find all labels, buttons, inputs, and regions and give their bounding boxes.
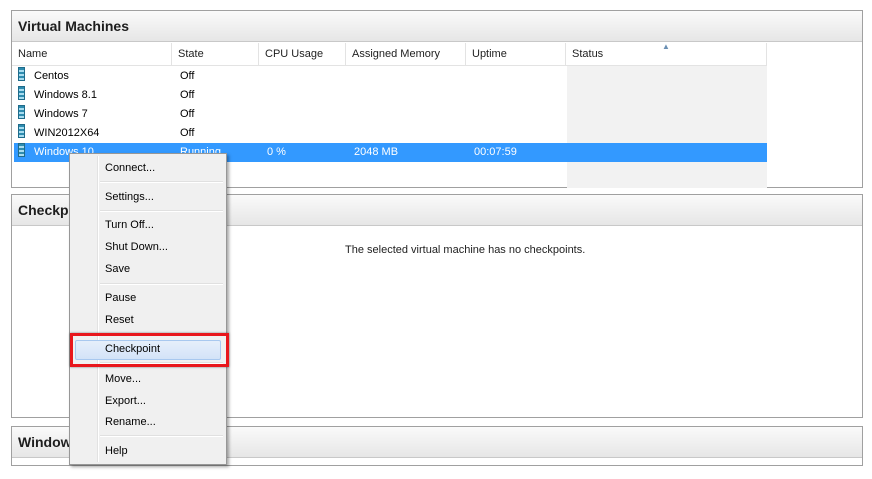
- virtual-machine-icon: [18, 124, 25, 138]
- column-header-name[interactable]: Name: [12, 43, 172, 65]
- virtual-machine-icon: [18, 67, 25, 81]
- vm-cpu-usage: 0 %: [267, 146, 286, 158]
- table-row[interactable]: Windows 7 Off: [14, 105, 767, 124]
- column-header-uptime[interactable]: Uptime: [466, 43, 566, 65]
- no-checkpoints-message: The selected virtual machine has no chec…: [345, 244, 586, 256]
- menu-item-reset[interactable]: Reset: [105, 311, 134, 329]
- menu-item-save[interactable]: Save: [105, 260, 130, 278]
- vm-state: Off: [180, 127, 195, 139]
- column-header-assigned-memory[interactable]: Assigned Memory: [346, 43, 466, 65]
- table-row[interactable]: Centos Off: [14, 67, 767, 86]
- checkpoint-highlight-box: [70, 333, 229, 367]
- menu-separator: [100, 210, 223, 212]
- menu-separator: [100, 283, 223, 285]
- menu-item-move[interactable]: Move...: [105, 370, 141, 388]
- menu-item-export[interactable]: Export...: [105, 392, 146, 410]
- vm-name: Windows 8.1: [34, 89, 97, 101]
- column-header-state[interactable]: State: [172, 43, 259, 65]
- virtual-machine-icon: [18, 86, 25, 100]
- virtual-machines-title: Virtual Machines: [12, 11, 862, 42]
- virtual-machine-icon: [18, 143, 25, 157]
- menu-separator: [100, 435, 223, 437]
- vm-uptime: 00:07:59: [474, 146, 517, 158]
- menu-item-rename[interactable]: Rename...: [105, 413, 156, 431]
- vm-state: Off: [180, 89, 195, 101]
- menu-separator: [100, 181, 223, 183]
- vm-state: Off: [180, 70, 195, 82]
- vm-table-header: Name State CPU Usage Assigned Memory Upt…: [12, 43, 767, 66]
- menu-item-help[interactable]: Help: [105, 442, 128, 460]
- column-header-cpu-usage[interactable]: CPU Usage: [259, 43, 346, 65]
- menu-item-settings[interactable]: Settings...: [105, 188, 154, 206]
- menu-item-connect[interactable]: Connect...: [105, 159, 155, 177]
- vm-state: Off: [180, 108, 195, 120]
- sort-ascending-icon: ▲: [662, 42, 670, 51]
- vm-name: Windows 7: [34, 108, 88, 120]
- table-row[interactable]: WIN2012X64 Off: [14, 124, 767, 143]
- table-row[interactable]: Windows 8.1 Off: [14, 86, 767, 105]
- menu-icon-gutter: [97, 156, 99, 462]
- menu-item-pause[interactable]: Pause: [105, 289, 136, 307]
- menu-item-turn-off[interactable]: Turn Off...: [105, 216, 154, 234]
- context-menu: Connect... Settings... Turn Off... Shut …: [69, 153, 227, 465]
- vm-name: WIN2012X64: [34, 127, 100, 139]
- vm-name: Centos: [34, 70, 69, 82]
- virtual-machine-icon: [18, 105, 25, 119]
- vm-assigned-memory: 2048 MB: [354, 146, 399, 158]
- menu-item-shut-down[interactable]: Shut Down...: [105, 238, 168, 256]
